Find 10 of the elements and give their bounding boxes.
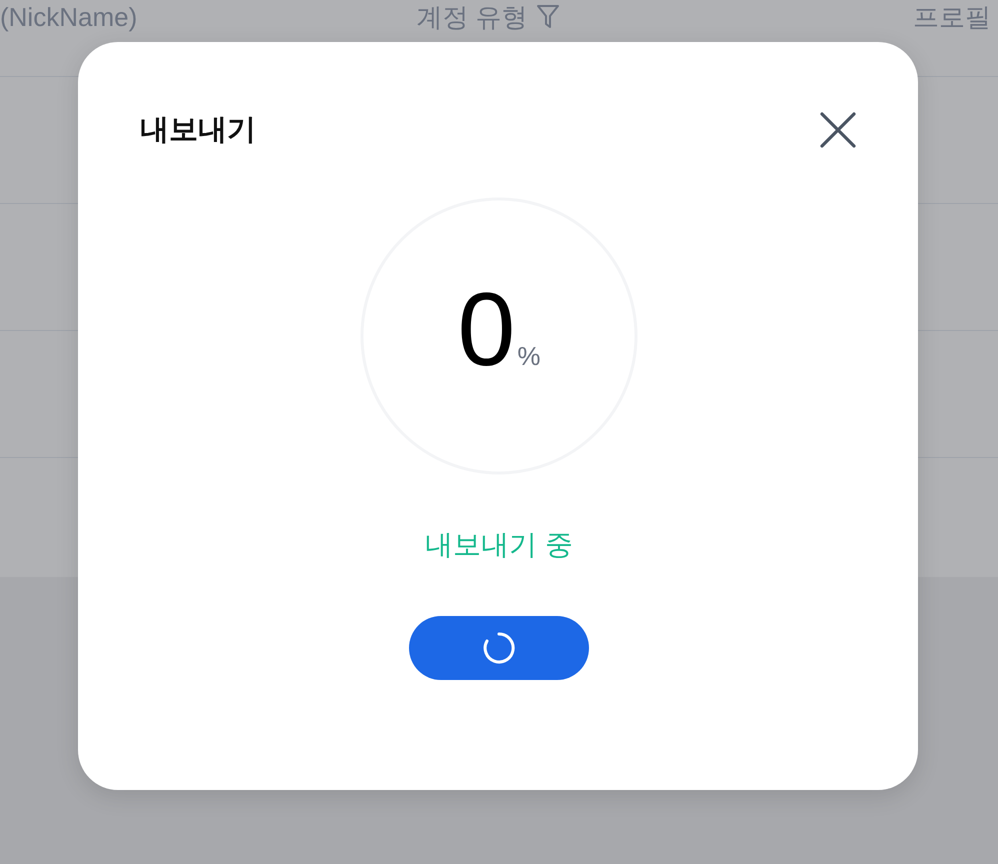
close-icon [820, 112, 856, 148]
progress-value: 0 [458, 278, 516, 382]
column-header: 프로필 [913, 1, 991, 34]
dialog-title: 내보내기 [140, 113, 256, 148]
close-button[interactable] [820, 112, 856, 148]
column-header: 계정 유형 [416, 1, 528, 34]
status-text: 내보내기 중 [425, 528, 573, 562]
percent-unit: % [517, 341, 540, 372]
spinner-icon [482, 631, 516, 665]
column-header: (NickName) [0, 1, 138, 34]
